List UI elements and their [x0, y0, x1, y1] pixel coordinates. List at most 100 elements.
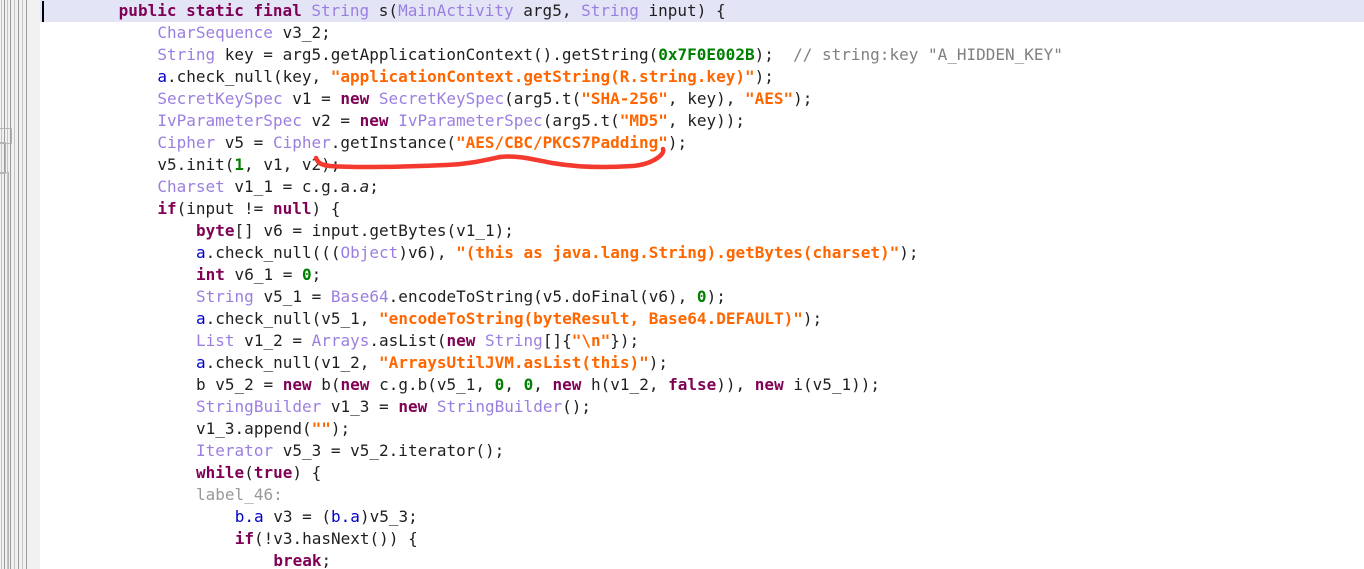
code-token-plain: v2 = [301, 111, 360, 130]
code-token-kw: static [186, 1, 244, 20]
code-line[interactable]: CharSequence v3_2; [40, 22, 1364, 44]
code-line[interactable]: String key = arg5.getApplicationContext(… [40, 44, 1364, 66]
code-line[interactable]: byte[] v6 = input.getBytes(v1_1); [40, 220, 1364, 242]
code-token-plain: ); [706, 287, 726, 306]
code-token-plain: (); [562, 397, 591, 416]
code-line-text: b.a v3 = (b.a)v5_3; [80, 507, 418, 526]
code-token-kw: new [340, 89, 370, 108]
code-line-text: List v1_2 = Arrays.asList(new String[]{"… [80, 331, 639, 350]
code-token-plain: v3_2; [272, 23, 331, 42]
code-line-text: Iterator v5_3 = v5_2.iterator(); [80, 441, 504, 460]
code-token-num: 0 [494, 375, 505, 394]
code-line-text: CharSequence v3_2; [80, 23, 331, 42]
code-line[interactable]: if(!v3.hasNext()) { [40, 528, 1364, 550]
code-token-fld: a [359, 177, 370, 196]
code-token-type: Arrays [311, 331, 370, 350]
code-token-kw: final [253, 1, 302, 20]
code-token-plain: , [504, 375, 524, 394]
code-token-type: String [196, 287, 254, 306]
code-token-type: StringBuilder [436, 397, 563, 416]
code-line[interactable]: a.check_null(key, "applicationContext.ge… [40, 66, 1364, 88]
code-line-text: String v5_1 = Base64.encodeToString(v5.d… [80, 287, 726, 306]
code-token-kw: new [552, 375, 582, 394]
code-token-plain: ; [369, 177, 379, 196]
code-line[interactable]: a.check_null(((Object)v6), "(this as jav… [40, 242, 1364, 264]
code-token-plain: .asList( [369, 331, 447, 350]
code-token-type: List [196, 331, 235, 350]
code-line[interactable]: public static final String s(MainActivit… [40, 0, 1364, 22]
code-token-plain: input) { [638, 1, 726, 20]
code-token-plain: v5_3 = v5_2.iterator(); [273, 441, 505, 460]
code-token-plain: v1_1 = c.g.a. [224, 177, 360, 196]
code-token-str: "" [311, 419, 331, 438]
code-line[interactable]: if(input != null) { [40, 198, 1364, 220]
code-token-type: String [581, 1, 639, 20]
code-token-kw: new [359, 111, 389, 130]
code-line[interactable]: int v6_1 = 0; [40, 264, 1364, 286]
code-line[interactable]: break; [40, 550, 1364, 569]
code-token-kw: int [196, 265, 225, 284]
code-line-text: b v5_2 = new b(new c.g.b(v5_1, 0, 0, new… [80, 375, 880, 394]
code-token-plain: b( [311, 375, 341, 394]
code-line[interactable]: Cipher v5 = Cipher.getInstance("AES/CBC/… [40, 132, 1364, 154]
code-token-plain: b v5_2 = [196, 375, 283, 394]
code-line-text: byte[] v6 = input.getBytes(v1_1); [80, 221, 514, 240]
code-token-plain: v1_3 = [321, 397, 399, 416]
code-line[interactable]: v1_3.append(""); [40, 418, 1364, 440]
code-token-type: SecretKeySpec [157, 89, 283, 108]
code-line[interactable]: String v5_1 = Base64.encodeToString(v5.d… [40, 286, 1364, 308]
code-token-kw: false [668, 375, 717, 394]
chrome-border-line [14, 0, 15, 569]
code-token-ident-b: a [196, 243, 206, 262]
code-token-plain: .check_null(key, [166, 67, 331, 86]
code-token-plain: , [533, 375, 553, 394]
code-token-plain: [] v6 = input.getBytes(v1_1); [234, 221, 514, 240]
code-line[interactable]: StringBuilder v1_3 = new StringBuilder()… [40, 396, 1364, 418]
code-token-num: 0x7F0E002B [658, 45, 755, 64]
code-token-type: CharSequence [157, 23, 273, 42]
code-line[interactable]: a.check_null(v5_1, "encodeToString(byteR… [40, 308, 1364, 330]
code-token-ident-b: a [196, 309, 206, 328]
code-token-plain: v5 = [215, 133, 273, 152]
code-token-plain: (arg5.t( [504, 89, 582, 108]
code-line[interactable]: a.check_null(v1_2, "ArraysUtilJVM.asList… [40, 352, 1364, 374]
code-line[interactable]: b.a v3 = (b.a)v5_3; [40, 506, 1364, 528]
code-token-plain: ; [311, 265, 322, 284]
code-token-plain: ); [667, 133, 688, 152]
code-token-plain: s( [369, 1, 399, 20]
code-token-num: 1 [234, 155, 245, 174]
code-line[interactable]: label_46: [40, 484, 1364, 506]
code-token-ident-b: a [157, 67, 167, 86]
code-editor-surface[interactable]: public static final String s(MainActivit… [40, 0, 1364, 569]
code-line[interactable]: Iterator v5_3 = v5_2.iterator(); [40, 440, 1364, 462]
code-line[interactable]: List v1_2 = Arrays.asList(new String[]{"… [40, 330, 1364, 352]
code-line[interactable]: SecretKeySpec v1 = new SecretKeySpec(arg… [40, 88, 1364, 110]
code-token-str: "MD5" [619, 111, 668, 130]
code-token-type: Iterator [196, 441, 274, 460]
code-lines-container[interactable]: public static final String s(MainActivit… [40, 0, 1364, 569]
code-token-str: "(this as java.lang.String).getBytes(cha… [456, 243, 900, 262]
code-line[interactable]: v5.init(1, v1, v2); [40, 154, 1364, 176]
chrome-border-line [10, 0, 11, 569]
code-line[interactable]: IvParameterSpec v2 = new IvParameterSpec… [40, 110, 1364, 132]
code-token-str: "\n" [571, 331, 611, 350]
chrome-border-line [26, 0, 27, 569]
code-token-ident-b: b.a [331, 507, 360, 526]
code-line-text: StringBuilder v1_3 = new StringBuilder()… [80, 397, 591, 416]
code-token-plain: v5.init( [157, 155, 235, 174]
code-line[interactable]: Charset v1_1 = c.g.a.a; [40, 176, 1364, 198]
code-token-plain: key = arg5.getApplicationContext().getSt… [215, 45, 659, 64]
code-line[interactable]: while(true) { [40, 462, 1364, 484]
code-token-plain: v1 = [282, 89, 341, 108]
code-token-plain: v6_1 = [224, 265, 302, 284]
code-token-type: Cipher [272, 133, 331, 152]
code-token-kw: new [340, 375, 370, 394]
code-line[interactable]: b v5_2 = new b(new c.g.b(v5_1, 0, 0, new… [40, 374, 1364, 396]
code-token-plain: )v6), [398, 243, 457, 262]
code-token-kw: true [253, 463, 293, 482]
code-token-plain: ); [648, 353, 669, 372]
code-token-kw: while [196, 463, 245, 482]
